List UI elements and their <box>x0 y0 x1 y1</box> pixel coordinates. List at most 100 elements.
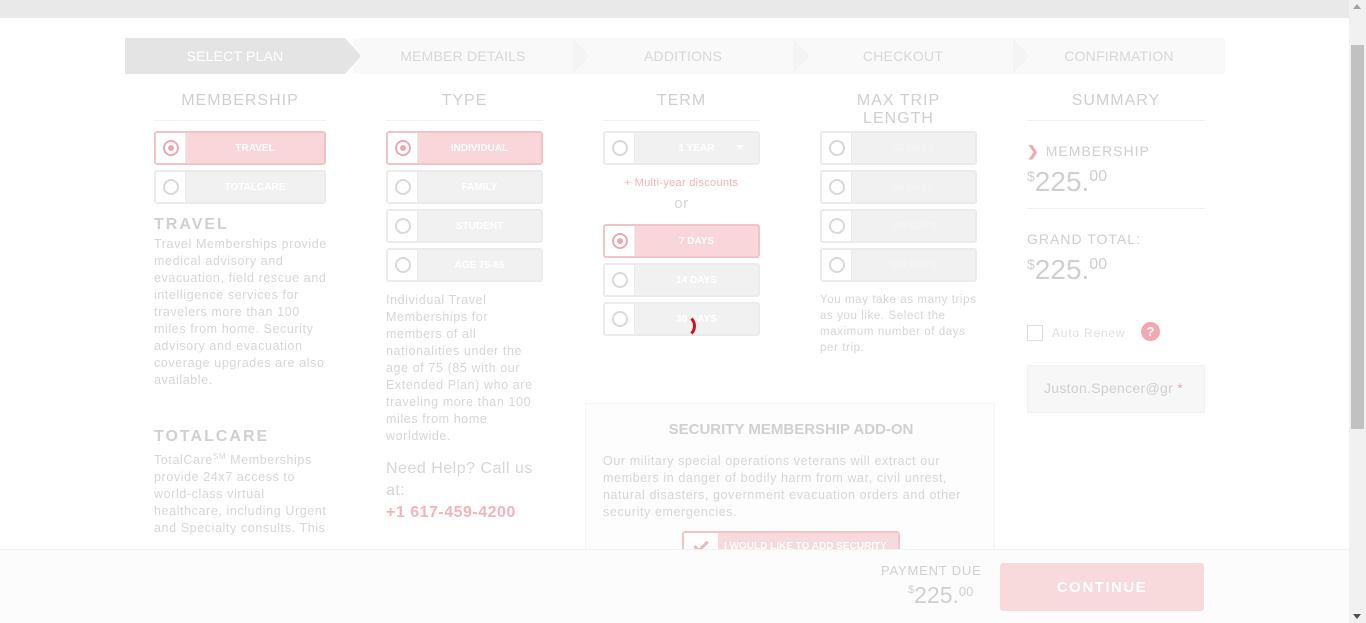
radio-icon <box>394 140 411 156</box>
step-confirmation[interactable]: CONFIRMATION <box>1013 38 1225 74</box>
chevron-down-icon[interactable] <box>736 145 744 150</box>
step-additions[interactable]: ADDITIONS <box>573 38 809 74</box>
max-trip-option-365-days[interactable]: 365 DAYS <box>820 248 977 282</box>
step-arrow <box>573 38 589 74</box>
scrollbar-thumb[interactable] <box>1351 45 1364 429</box>
payment-due-label: PAYMENT DUE <box>881 563 982 578</box>
option-label: INDIVIDUAL <box>450 142 509 154</box>
step-label: MEMBER DETAILS <box>400 48 526 64</box>
option-label: STUDENT <box>455 220 504 232</box>
progress-steps: SELECT PLAN MEMBER DETAILS ADDITIONS CHE… <box>125 38 1225 74</box>
radio-box <box>156 172 186 202</box>
step-select-plan[interactable]: SELECT PLAN <box>125 38 361 74</box>
option-label: 365 DAYS <box>890 259 937 271</box>
summary-membership-row[interactable]: ❯ MEMBERSHIP <box>1027 143 1150 160</box>
radio-icon <box>394 218 411 234</box>
step-checkout[interactable]: CHECKOUT <box>793 38 1029 74</box>
radio-icon <box>394 179 411 195</box>
grand-total-label: GRAND TOTAL: <box>1027 231 1141 247</box>
service-mark: SM <box>212 452 227 461</box>
max-trip-option-45-days[interactable]: 45 DAYS <box>820 131 977 165</box>
step-arrow <box>345 38 361 74</box>
currency-symbol: $ <box>1027 256 1035 272</box>
type-option-student[interactable]: STUDENT <box>386 209 543 243</box>
scrollbar[interactable] <box>1349 0 1366 623</box>
option-label: FAMILY <box>461 181 498 193</box>
multi-year-discounts-link[interactable]: + Multi-year discounts <box>603 175 760 192</box>
step-member-details[interactable]: MEMBER DETAILS <box>353 38 589 74</box>
auto-renew-label: Auto Renew <box>1052 326 1126 340</box>
summary-membership-label: MEMBERSHIP <box>1045 143 1150 159</box>
page-overlay: SELECT PLAN MEMBER DETAILS ADDITIONS CHE… <box>0 18 1349 623</box>
radio-box <box>605 265 635 295</box>
radio-icon <box>828 179 845 195</box>
radio-box <box>605 133 635 163</box>
continue-button[interactable]: CONTINUE <box>1000 563 1204 611</box>
option-label: 45 DAYS <box>893 142 934 154</box>
option-label: 30 DAYS <box>676 313 717 325</box>
payment-due-price: $225.00 <box>908 582 973 609</box>
step-label: CHECKOUT <box>862 48 944 64</box>
radio-icon <box>394 257 411 273</box>
radio-icon <box>611 272 628 288</box>
help-phone-link[interactable]: +1 617-459-4200 <box>386 502 556 524</box>
radio-box <box>388 211 418 241</box>
price-cents: 00 <box>958 584 974 599</box>
email-value: Juston.Spencer@gr <box>1044 380 1174 396</box>
travel-description: Travel Memberships provide medical advis… <box>154 237 327 387</box>
radio-icon <box>162 179 179 195</box>
type-option-age-75-85[interactable]: AGE 75-85 <box>386 248 543 282</box>
price-cents: 00 <box>1089 256 1108 273</box>
help-icon[interactable]: ? <box>1141 322 1160 341</box>
scroll-down-icon[interactable] <box>1353 614 1361 619</box>
option-label: 7 DAYS <box>678 235 715 247</box>
term-option-1-year[interactable]: 1 YEAR <box>603 131 760 165</box>
type-option-family[interactable]: FAMILY <box>386 170 543 204</box>
max-trip-option-180-days[interactable]: 180 DAYS <box>820 209 977 243</box>
security-addon-panel: SECURITY MEMBERSHIP ADD-ON Our military … <box>585 403 995 563</box>
option-label: 90 DAYS <box>893 181 934 193</box>
price-amount: 225. <box>1034 166 1090 197</box>
radio-box <box>388 133 418 163</box>
totalcare-description: TotalCareSM Memberships provide 24x7 acc… <box>154 448 330 537</box>
term-option-14-days[interactable]: 14 DAYS <box>603 263 760 297</box>
currency-symbol: $ <box>1027 168 1035 184</box>
radio-icon <box>162 140 179 156</box>
radio-icon <box>611 140 628 156</box>
totalcare-text: TotalCare <box>154 453 213 468</box>
scroll-up-icon[interactable] <box>1353 4 1361 9</box>
max-trip-option-90-days[interactable]: 90 DAYS <box>820 170 977 204</box>
radio-icon <box>828 218 845 234</box>
type-title: TYPE <box>386 92 543 121</box>
type-description: Individual Travel Memberships for member… <box>386 293 533 443</box>
membership-title: MEMBERSHIP <box>154 92 326 121</box>
radio-box <box>605 304 635 334</box>
price-amount: 225. <box>914 582 959 608</box>
radio-box <box>822 133 852 163</box>
option-label: 14 DAYS <box>676 274 717 286</box>
or-divider: or <box>674 195 689 212</box>
membership-option-travel[interactable]: TRAVEL <box>154 131 326 165</box>
footer-bar: PAYMENT DUE $225.00 CONTINUE <box>0 549 1349 623</box>
auto-renew-checkbox[interactable] <box>1027 325 1043 341</box>
type-option-individual[interactable]: INDIVIDUAL <box>386 131 543 165</box>
required-icon: * <box>1177 380 1183 396</box>
term-option-7-days[interactable]: 7 DAYS <box>603 224 760 258</box>
help-text: Need Help? Call us at: <box>386 460 533 499</box>
loading-spinner-icon <box>672 314 696 338</box>
radio-box <box>388 250 418 280</box>
radio-box <box>156 133 186 163</box>
addon-title: SECURITY MEMBERSHIP ADD-ON <box>668 421 914 438</box>
option-label: TOTALCARE <box>224 181 286 193</box>
step-label: CONFIRMATION <box>1064 48 1174 64</box>
summary-membership-price: $225.00 <box>1027 166 1107 198</box>
email-field[interactable]: Juston.Spencer@gr * <box>1027 365 1205 413</box>
membership-option-totalcare[interactable]: TOTALCARE <box>154 170 326 204</box>
totalcare-heading: TOTALCARE <box>154 428 270 445</box>
radio-box <box>388 172 418 202</box>
step-label: SELECT PLAN <box>186 48 284 64</box>
max-trip-description: You may take as many trips as you like. … <box>820 294 977 354</box>
chevron-right-icon: ❯ <box>1027 143 1040 159</box>
travel-heading: TRAVEL <box>154 216 229 233</box>
price-cents: 00 <box>1089 168 1108 185</box>
